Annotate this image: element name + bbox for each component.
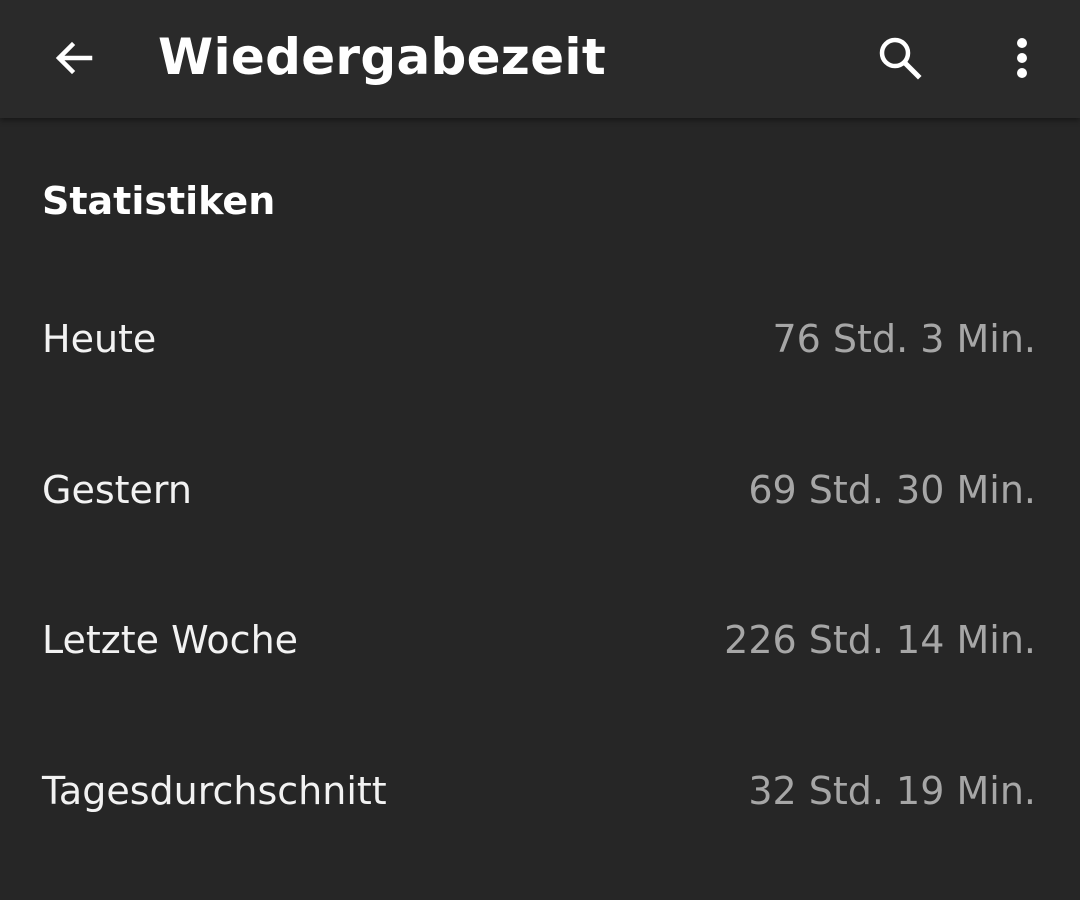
back-button[interactable] [44,28,104,88]
app-bar: Wiedergabezeit [0,0,1080,118]
section-header: Statistiken [42,179,276,223]
stat-row-yesterday[interactable]: Gestern 69 Std. 30 Min. [0,415,1080,565]
search-icon [879,37,922,80]
stat-value: 226 Std. 14 Min. [724,618,1036,662]
page-title: Wiedergabezeit [158,28,607,86]
arrow-back-icon [55,41,93,75]
stat-row-daily-average[interactable]: Tagesdurchschnitt 32 Std. 19 Min. [0,716,1080,866]
stat-value: 69 Std. 30 Min. [748,468,1036,512]
stat-label: Heute [42,317,157,361]
stat-row-last-week[interactable]: Letzte Woche 226 Std. 14 Min. [0,565,1080,715]
stat-value: 32 Std. 19 Min. [748,769,1036,813]
stat-label: Tagesdurchschnitt [42,769,387,813]
stat-value: 76 Std. 3 Min. [772,317,1037,361]
stat-label: Gestern [42,468,192,512]
overflow-menu-button[interactable] [992,28,1052,88]
search-button[interactable] [870,28,930,88]
stat-row-today[interactable]: Heute 76 Std. 3 Min. [0,264,1080,414]
stat-label: Letzte Woche [42,618,299,662]
more-vert-icon [1017,38,1027,78]
